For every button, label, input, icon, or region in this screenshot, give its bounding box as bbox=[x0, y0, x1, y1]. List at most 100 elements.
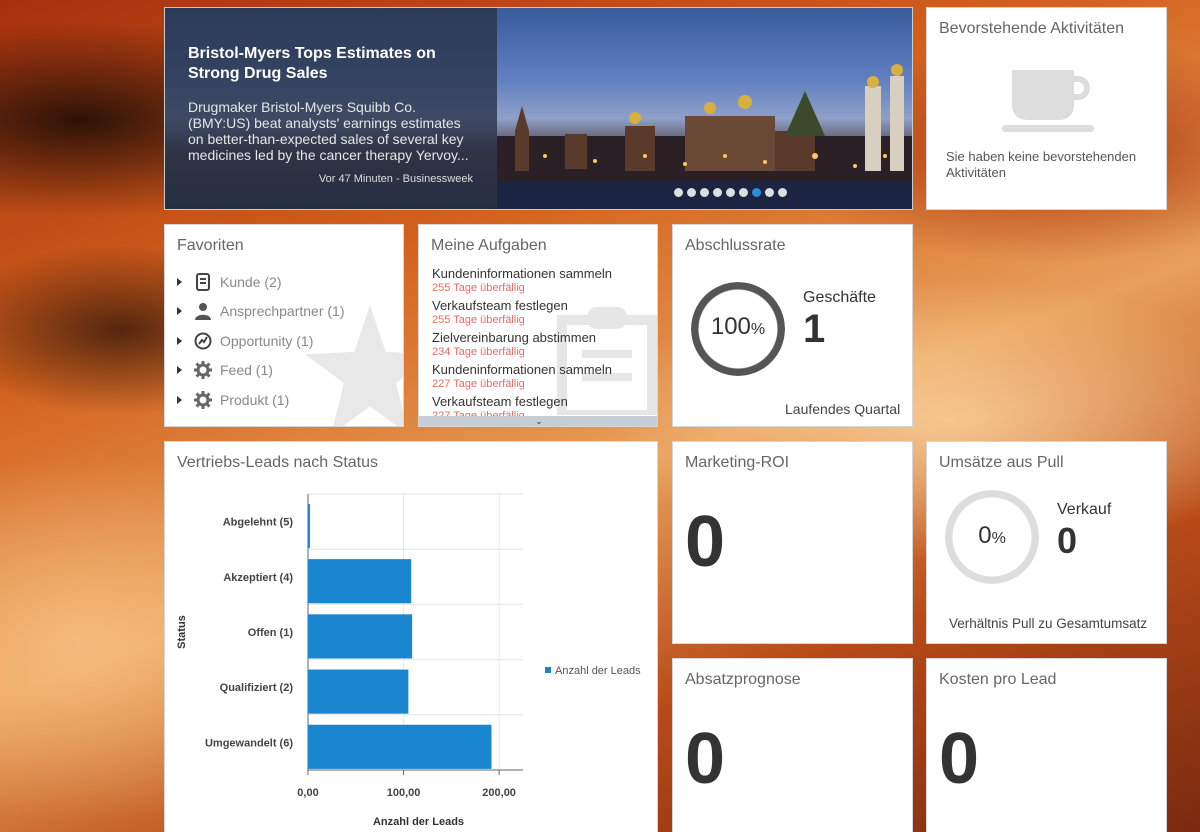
leads-by-status-tile[interactable]: Vertriebs-Leads nach Status 0,00 100,00 20… bbox=[164, 441, 658, 832]
roi-value: 0 bbox=[685, 502, 726, 582]
period-label: Laufendes Quartal bbox=[785, 401, 901, 417]
x-axis-title: Anzahl der Leads bbox=[373, 816, 464, 828]
task-item[interactable]: Zielvereinbarung abstimmen 234 Tage überf… bbox=[432, 330, 647, 359]
favorite-item[interactable]: Produkt (1) bbox=[177, 385, 345, 415]
task-name[interactable]: Verkaufsteam festlegen bbox=[432, 394, 647, 410]
pagination-dot[interactable] bbox=[726, 188, 735, 197]
expand-arrow-icon[interactable] bbox=[177, 395, 182, 404]
task-item[interactable]: Kundeninformationen sammeln 227 Tage über… bbox=[432, 362, 647, 391]
y-axis-title: Status bbox=[176, 615, 188, 649]
marketing-roi-tile[interactable]: Marketing-ROI 0 bbox=[672, 441, 913, 644]
x-tick-label: 200,00 bbox=[482, 787, 516, 799]
pull-percent: 0% bbox=[978, 522, 1006, 549]
favorite-item[interactable]: Ansprechpartner (1) bbox=[177, 297, 345, 327]
tile-title: Meine Aufgaben bbox=[431, 237, 547, 254]
legend-label: Anzahl der Leads bbox=[555, 665, 641, 677]
my-tasks-tile[interactable]: Meine Aufgaben Kundeninformationen samme… bbox=[418, 224, 658, 427]
tile-title: Umsätze aus Pull bbox=[939, 454, 1064, 471]
leads-bar-chart: 0,00 100,00 200,00 Abgelehnt (5) Akzeptiert … bbox=[176, 493, 641, 828]
favorite-label[interactable]: Produkt (1) bbox=[220, 392, 289, 408]
no-activities-message: Sie haben keine bevorstehenden Aktivität… bbox=[946, 149, 1137, 180]
bar bbox=[308, 559, 412, 604]
bar bbox=[308, 503, 310, 549]
task-overdue-label: 255 Tage überfällig bbox=[432, 282, 525, 294]
task-overdue-label: 234 Tage überfällig bbox=[432, 346, 525, 358]
favorite-item[interactable]: Kunde (2) bbox=[177, 267, 345, 297]
expand-arrow-icon[interactable] bbox=[177, 307, 182, 316]
task-item[interactable]: Verkaufsteam festlegen 227 Tage überfälli… bbox=[432, 394, 647, 416]
news-source-time: Vor 47 Minuten - Businessweek bbox=[318, 173, 473, 185]
upcoming-activities-tile[interactable]: Bevorstehende Aktivitäten Sie haben kein… bbox=[926, 7, 1167, 210]
task-name[interactable]: Kundeninformationen sammeln bbox=[432, 362, 647, 378]
gear-icon bbox=[194, 390, 212, 409]
deals-label: Geschäfte bbox=[803, 289, 876, 306]
tile-title: Abschlussrate bbox=[685, 237, 786, 254]
x-tick-label: 0,00 bbox=[297, 787, 318, 799]
favorite-label[interactable]: Feed (1) bbox=[220, 362, 273, 378]
sales-label: Verkauf bbox=[1057, 501, 1112, 518]
task-item[interactable]: Verkaufsteam festlegen 255 Tage überfälli… bbox=[432, 298, 647, 327]
task-list: Kundeninformationen sammeln 255 Tage über… bbox=[432, 266, 647, 416]
category-label: Offen (1) bbox=[248, 627, 294, 639]
favorites-tile[interactable]: Favoriten Kunde (2) Ansprechpartner (1) Op… bbox=[164, 224, 404, 427]
tile-title: Bevorstehende Aktivitäten bbox=[939, 20, 1125, 37]
task-overdue-label: 255 Tage überfällig bbox=[432, 314, 525, 326]
pagination-dot[interactable] bbox=[713, 188, 722, 197]
pagination-dot[interactable] bbox=[700, 188, 709, 197]
close-rate-tile[interactable]: Abschlussrate 100% Geschäfte 1 Laufendes… bbox=[672, 224, 913, 427]
favorites-list: Kunde (2) Ansprechpartner (1) Opportunity … bbox=[177, 267, 345, 415]
task-name[interactable]: Zielvereinbarung abstimmen bbox=[432, 330, 647, 346]
category-label: Umgewandelt (6) bbox=[205, 737, 293, 749]
close-rate-percent: 100% bbox=[710, 313, 766, 340]
category-label: Akzeptiert (4) bbox=[223, 572, 293, 584]
tile-title: Marketing-ROI bbox=[685, 454, 790, 471]
pagination-dot[interactable] bbox=[778, 188, 787, 197]
pull-ratio-label: Verhältnis Pull zu Gesamtumsatz bbox=[949, 616, 1148, 631]
news-overlay: Bristol-Myers Tops Estimates on Strong D… bbox=[165, 8, 497, 209]
pagination-dot[interactable] bbox=[687, 188, 696, 197]
cost-per-lead-tile[interactable]: Kosten pro Lead 0 bbox=[926, 658, 1167, 832]
pagination-dot[interactable] bbox=[765, 188, 774, 197]
news-summary: Drugmaker Bristol-Myers Squibb Co. (BMY:… bbox=[188, 99, 469, 163]
bar bbox=[308, 614, 413, 659]
x-tick-label: 100,00 bbox=[387, 787, 421, 799]
scroll-down-button[interactable]: ⌄ bbox=[419, 416, 657, 426]
expand-arrow-icon[interactable] bbox=[177, 336, 182, 345]
sales-forecast-tile[interactable]: Absatzprognose 0 bbox=[672, 658, 913, 832]
news-headline[interactable]: Bristol-Myers Tops Estimates on Strong D… bbox=[188, 44, 473, 84]
pagination-dot[interactable] bbox=[752, 188, 761, 197]
opportunity-icon bbox=[194, 332, 212, 350]
task-name[interactable]: Verkaufsteam festlegen bbox=[432, 298, 647, 314]
bar bbox=[308, 669, 409, 714]
forecast-value: 0 bbox=[685, 719, 726, 799]
bar bbox=[308, 724, 492, 769]
customer-icon bbox=[194, 272, 212, 291]
news-tile[interactable]: Bristol-Myers Tops Estimates on Strong D… bbox=[164, 7, 913, 210]
favorite-item[interactable]: Opportunity (1) bbox=[177, 326, 345, 356]
gear-icon bbox=[194, 361, 212, 380]
cost-per-lead-value: 0 bbox=[939, 719, 980, 799]
favorite-item[interactable]: Feed (1) bbox=[177, 356, 345, 386]
coffee-cup-icon bbox=[1002, 70, 1094, 138]
legend-swatch bbox=[545, 667, 551, 673]
deals-value: 1 bbox=[803, 307, 826, 351]
news-pagination[interactable] bbox=[674, 188, 787, 197]
task-name[interactable]: Kundeninformationen sammeln bbox=[432, 266, 647, 282]
tile-title: Kosten pro Lead bbox=[939, 671, 1057, 688]
task-overdue-label: 227 Tage überfällig bbox=[432, 378, 525, 390]
expand-arrow-icon[interactable] bbox=[177, 277, 182, 286]
favorite-label[interactable]: Ansprechpartner (1) bbox=[220, 303, 345, 319]
tile-title: Absatzprognose bbox=[685, 671, 801, 688]
favorite-label[interactable]: Opportunity (1) bbox=[220, 333, 313, 349]
sales-value: 0 bbox=[1057, 520, 1078, 561]
pagination-dot[interactable] bbox=[674, 188, 683, 197]
contact-icon bbox=[194, 302, 212, 321]
pagination-dot[interactable] bbox=[739, 188, 748, 197]
expand-arrow-icon[interactable] bbox=[177, 366, 182, 375]
category-label: Abgelehnt (5) bbox=[223, 517, 294, 529]
category-label: Qualifiziert (2) bbox=[220, 682, 294, 694]
favorite-label[interactable]: Kunde (2) bbox=[220, 274, 281, 290]
task-item[interactable]: Kundeninformationen sammeln 255 Tage über… bbox=[432, 266, 647, 295]
pull-sales-tile[interactable]: Umsätze aus Pull 0% Verkauf 0 Verhältnis… bbox=[926, 441, 1167, 644]
tile-title: Favoriten bbox=[177, 237, 244, 254]
